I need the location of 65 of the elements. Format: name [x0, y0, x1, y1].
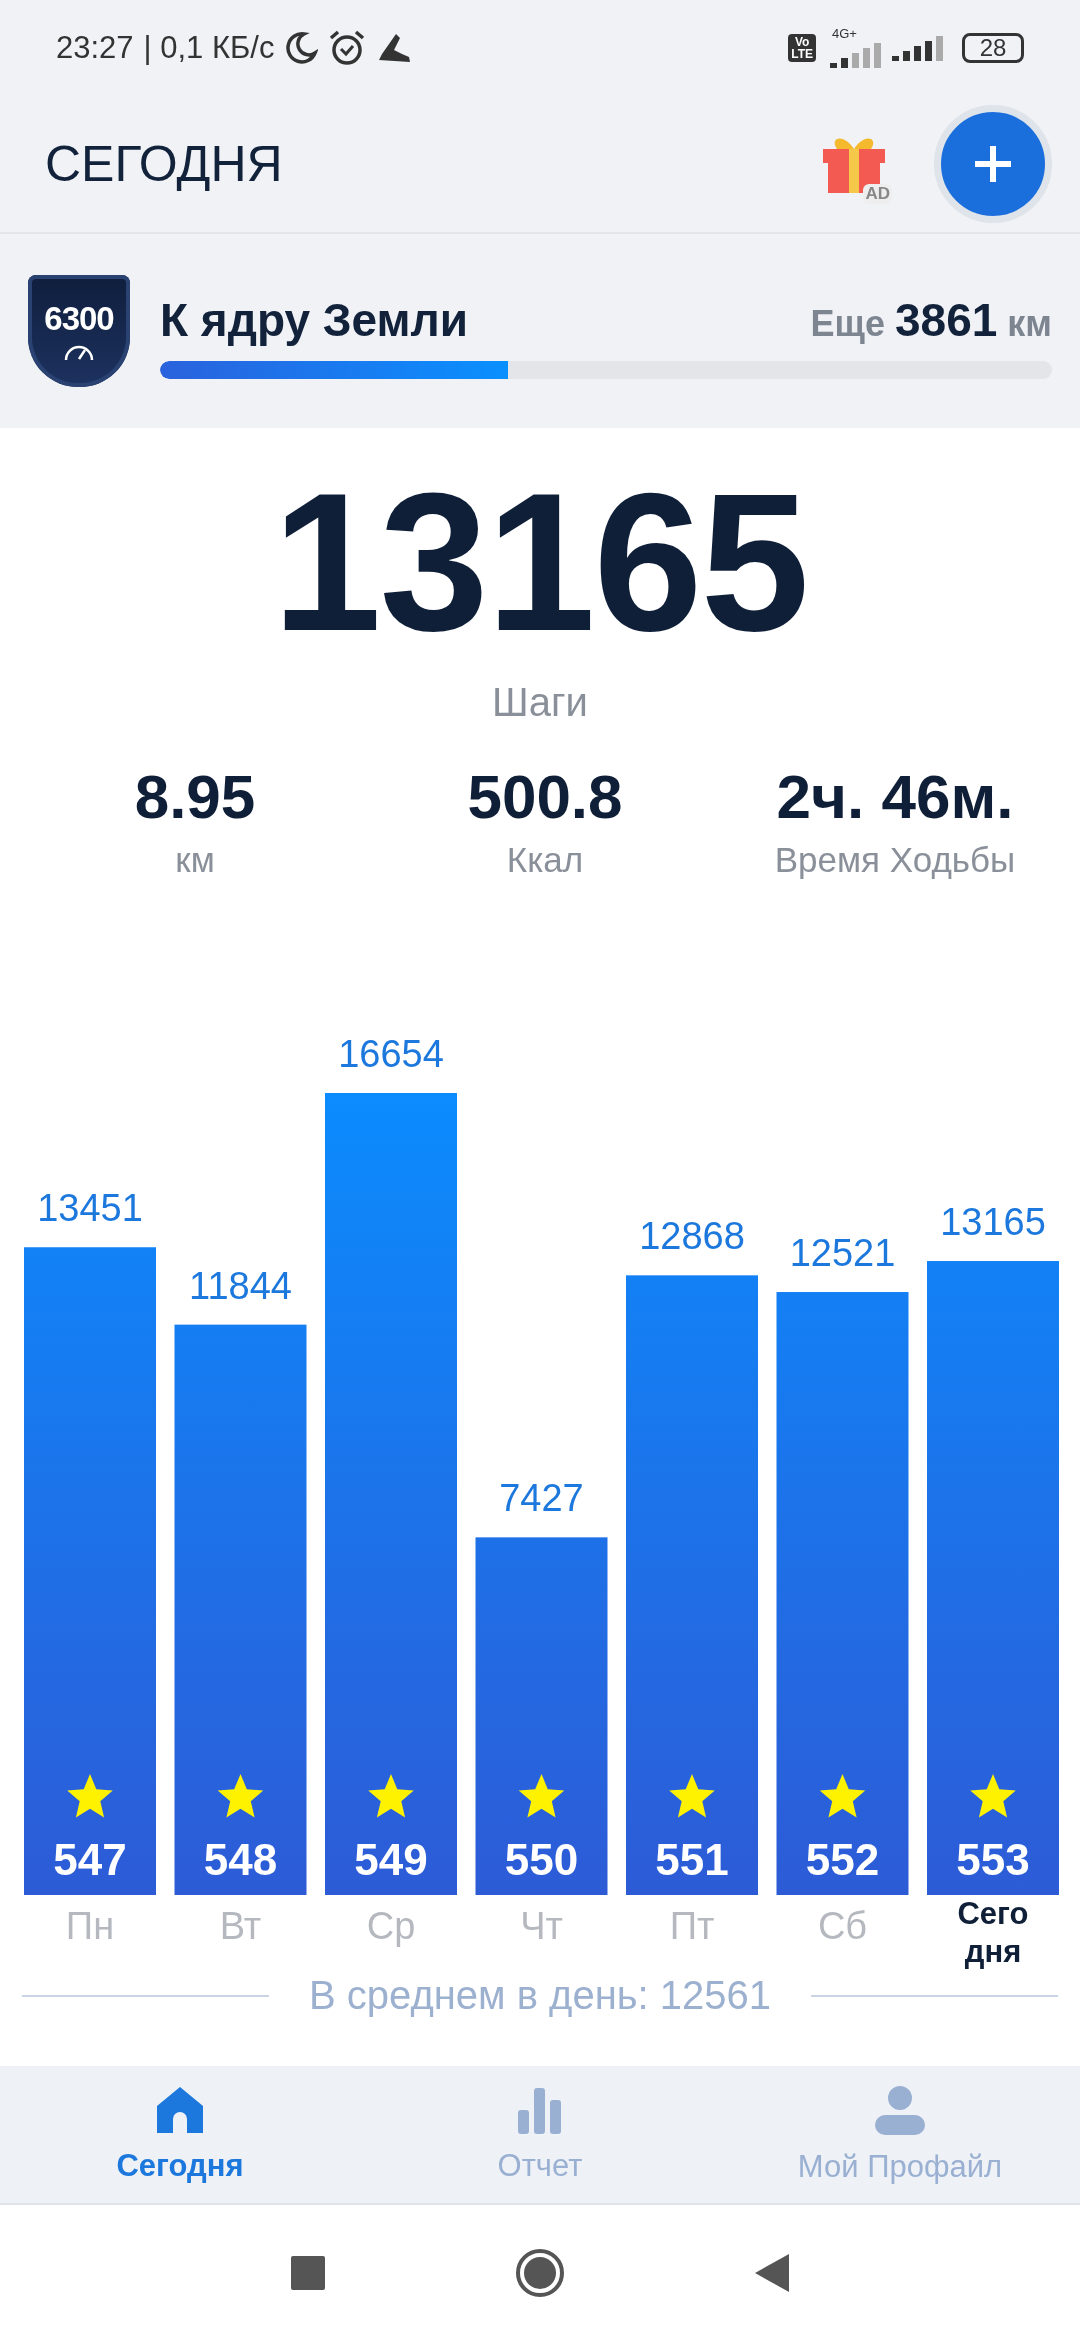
- day-label: Чт: [519, 1905, 564, 1949]
- bar-score-label: 547: [53, 1835, 127, 1884]
- bar-chart-icon: [516, 2085, 564, 2134]
- battery-icon: 28: [962, 33, 1024, 63]
- bar-score-label: 549: [354, 1835, 428, 1884]
- chart-bar[interactable]: [927, 1261, 1059, 1895]
- chart-bar[interactable]: [626, 1275, 758, 1895]
- status-time: 23:27: [56, 30, 134, 66]
- bar-score-label: 553: [956, 1835, 1030, 1884]
- step-count: 13165: [272, 452, 808, 674]
- alarm-icon: [328, 29, 367, 67]
- bar-value-label: 13451: [37, 1187, 143, 1230]
- day-label: Сегодня: [956, 1895, 1030, 1971]
- network-type: 4G+: [832, 26, 857, 40]
- page-title: СЕГОДНЯ: [45, 135, 284, 193]
- bar-score-label: 548: [203, 1835, 278, 1884]
- day-label: Сб: [816, 1905, 869, 1949]
- star-icon: [970, 1774, 1016, 1818]
- chart-bar[interactable]: [24, 1247, 156, 1895]
- goal-title: К ядру Земли: [160, 293, 469, 347]
- bar-value-label: 11844: [189, 1264, 292, 1307]
- bar-value-label: 7427: [499, 1477, 584, 1520]
- steps-label: Шаги: [492, 680, 588, 725]
- nav-tab[interactable]: Мой Профайл: [720, 2066, 1080, 2203]
- chart-bar[interactable]: [174, 1324, 307, 1895]
- gift-ad-button[interactable]: AD: [814, 124, 894, 204]
- bar-value-label: 12521: [789, 1232, 896, 1275]
- goal-remaining: Еще 3861 км: [810, 293, 1052, 347]
- person-icon: [875, 2084, 925, 2135]
- stat-label: км: [175, 840, 215, 880]
- stat-value: 500.8: [467, 761, 623, 832]
- star-icon: [67, 1774, 113, 1818]
- nav-tab[interactable]: Отчет: [360, 2066, 720, 2203]
- network-speed: | 0,1 КБ/с: [143, 30, 275, 66]
- back-icon[interactable]: [755, 2253, 789, 2292]
- goal-badge: 6300: [28, 275, 130, 387]
- star-icon: [819, 1774, 866, 1818]
- star-icon: [518, 1774, 565, 1818]
- bar-score-label: 550: [504, 1835, 579, 1884]
- chart-bar[interactable]: [776, 1292, 909, 1895]
- nav-tab[interactable]: Сегодня: [0, 2066, 360, 2203]
- home-icon: [155, 2085, 205, 2134]
- star-icon: [368, 1774, 414, 1818]
- bar-value-label: 12868: [639, 1215, 745, 1258]
- volte-badge: Vo LTE: [788, 34, 816, 62]
- signal-icon: [892, 33, 946, 63]
- bar-value-label: 13165: [940, 1201, 1046, 1243]
- star-icon: [217, 1774, 264, 1818]
- bar-score-label: 552: [805, 1835, 880, 1884]
- star-icon: [669, 1774, 715, 1818]
- home-circle-icon[interactable]: [515, 2247, 565, 2298]
- moon-icon: [284, 31, 319, 65]
- stat-value: 8.95: [134, 761, 256, 832]
- day-label: Пт: [668, 1905, 716, 1949]
- chart-bar[interactable]: [475, 1537, 608, 1895]
- stat-value: 2ч. 46м.: [776, 761, 1014, 832]
- day-label: Вт: [218, 1905, 263, 1949]
- recents-icon[interactable]: [291, 2255, 325, 2290]
- bar-value-label: 16654: [338, 1033, 444, 1075]
- daily-average: В среднем в день: 12561: [309, 1973, 771, 2018]
- day-label: Ср: [365, 1905, 417, 1949]
- bar-score-label: 551: [655, 1835, 729, 1884]
- stat-label: Время Ходьбы: [774, 840, 1016, 880]
- stat-label: Ккал: [506, 840, 584, 880]
- day-label: Пн: [64, 1905, 116, 1949]
